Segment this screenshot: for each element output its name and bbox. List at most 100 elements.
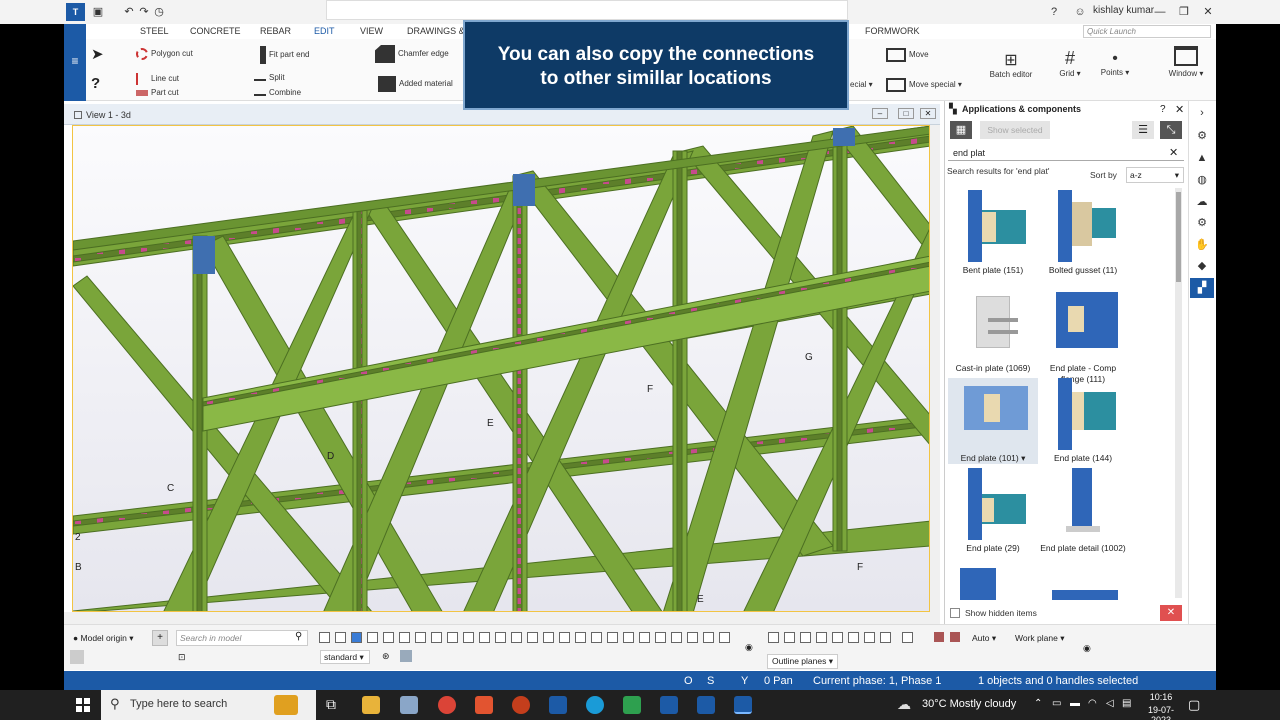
component-tile[interactable]: Cast-in plate (1069) bbox=[948, 288, 1038, 374]
tekla-icon[interactable] bbox=[697, 696, 715, 714]
cube-icon[interactable]: ◆ bbox=[1195, 259, 1209, 273]
combine-button[interactable]: Combine bbox=[254, 88, 301, 97]
select-switch-icon[interactable] bbox=[655, 632, 666, 643]
select-switch-icon[interactable] bbox=[687, 632, 698, 643]
windows-start-icon[interactable] bbox=[76, 698, 90, 712]
model-view-3d[interactable]: C D E F G F E 2 B bbox=[72, 125, 930, 612]
select-switch-icon[interactable] bbox=[639, 632, 650, 643]
app-icon[interactable] bbox=[475, 696, 493, 714]
weather-text[interactable]: 30°C Mostly cloudy bbox=[922, 698, 1016, 710]
show-hidden-checkbox[interactable] bbox=[950, 608, 960, 618]
points-button[interactable]: • Points ▾ bbox=[1098, 50, 1132, 77]
status-ortho[interactable]: O bbox=[684, 675, 693, 687]
task-view-icon[interactable]: ⧉ bbox=[326, 696, 344, 714]
undo-icon[interactable]: ↶ bbox=[121, 4, 137, 20]
tab-steel[interactable]: STEEL bbox=[140, 24, 169, 39]
select-switch-icon[interactable] bbox=[703, 632, 714, 643]
cloud-icon[interactable]: ☁ bbox=[1195, 195, 1209, 209]
split-button[interactable]: Split bbox=[254, 73, 285, 82]
ribbon-menu-strip[interactable]: ≡ bbox=[64, 24, 86, 101]
tekla-icon[interactable] bbox=[549, 696, 567, 714]
select-switch-icon[interactable] bbox=[591, 632, 602, 643]
camtasia-icon[interactable] bbox=[623, 696, 641, 714]
view-close-icon[interactable]: ✕ bbox=[920, 108, 936, 119]
component-tile[interactable]: End plate - Comp flange (111) bbox=[1038, 288, 1128, 385]
quick-launch-input[interactable]: Quick Launch bbox=[1083, 25, 1211, 38]
app-icon[interactable] bbox=[400, 696, 418, 714]
select-switch-icon[interactable] bbox=[479, 632, 490, 643]
select-switch-icon[interactable] bbox=[719, 632, 730, 643]
panel-pin-icon[interactable]: ▚ bbox=[949, 104, 957, 115]
query-icon[interactable]: ? bbox=[91, 75, 100, 92]
view-maximize-icon[interactable]: □ bbox=[898, 108, 914, 119]
tile-dropdown-icon[interactable]: ▾ bbox=[1021, 453, 1025, 463]
select-switch-icon[interactable] bbox=[575, 632, 586, 643]
sort-select[interactable]: a-z ▾ bbox=[1126, 167, 1184, 183]
fit-part-end-button[interactable]: Fit part end bbox=[260, 46, 309, 64]
move-button[interactable]: Move bbox=[886, 48, 929, 62]
wifi-icon[interactable]: ◠ bbox=[1088, 698, 1097, 709]
network-icon[interactable]: ▭ bbox=[1052, 698, 1061, 709]
panel-help-icon[interactable]: ? bbox=[1160, 104, 1166, 115]
select-switch-icon[interactable] bbox=[335, 632, 346, 643]
status-snap[interactable]: S bbox=[707, 675, 714, 687]
panel-scrollbar-thumb[interactable] bbox=[1176, 192, 1181, 282]
snap-switch-icon[interactable] bbox=[848, 632, 859, 643]
select-switch-icon[interactable] bbox=[527, 632, 538, 643]
tekla-icon[interactable] bbox=[660, 696, 678, 714]
tekla-icon-active[interactable] bbox=[734, 696, 752, 714]
edge-icon[interactable] bbox=[586, 696, 604, 714]
select-switch-icon[interactable] bbox=[383, 632, 394, 643]
user-name[interactable]: kishlay kumar bbox=[1093, 5, 1154, 16]
polygon-cut-button[interactable]: Polygon cut bbox=[136, 48, 193, 60]
auto-select[interactable]: Auto ▾ bbox=[972, 633, 996, 644]
grid-button[interactable]: # Grid ▾ bbox=[1054, 48, 1086, 78]
added-material-button[interactable]: Added material bbox=[378, 76, 453, 92]
select-switch-icon[interactable] bbox=[543, 632, 554, 643]
clear-search-icon[interactable]: ✕ bbox=[1169, 146, 1178, 159]
snap-switch-icon[interactable] bbox=[784, 632, 795, 643]
work-plane-select[interactable]: Work plane ▾ bbox=[1015, 633, 1064, 644]
select-switch-icon[interactable] bbox=[623, 632, 634, 643]
snap-switch-icon[interactable] bbox=[800, 632, 811, 643]
user-avatar-icon[interactable]: ☺ bbox=[1072, 4, 1088, 20]
battery-icon[interactable]: ▬ bbox=[1070, 698, 1080, 709]
select-arrow-icon[interactable]: ➤ bbox=[91, 45, 104, 63]
volume-icon[interactable]: ◁ bbox=[1106, 698, 1114, 709]
close-icon[interactable]: ✕ bbox=[1200, 4, 1216, 20]
window-button[interactable]: Window ▾ bbox=[1166, 46, 1206, 78]
snap-icon[interactable] bbox=[400, 650, 412, 662]
chamfer-edge-button[interactable]: Chamfer edge bbox=[375, 45, 449, 63]
remove-icon[interactable]: ✕ bbox=[1160, 605, 1182, 621]
menu-icon[interactable]: ≡ bbox=[64, 54, 86, 68]
chrome-icon[interactable] bbox=[438, 696, 456, 714]
file-explorer-icon[interactable] bbox=[362, 696, 380, 714]
select-switch-icon[interactable] bbox=[415, 632, 426, 643]
eye-icon[interactable]: ◉ bbox=[1083, 643, 1091, 654]
select-switch-icon[interactable] bbox=[463, 632, 474, 643]
snap-switch-icon[interactable] bbox=[864, 632, 875, 643]
filter-icon[interactable]: ⊛ bbox=[382, 651, 390, 662]
list-menu-icon[interactable]: ☰ bbox=[1132, 121, 1154, 139]
select-switch-icon[interactable] bbox=[495, 632, 506, 643]
select-switch-icon[interactable] bbox=[399, 632, 410, 643]
select-switch-icon[interactable] bbox=[511, 632, 522, 643]
select-switch-icon[interactable] bbox=[351, 632, 362, 643]
search-in-model-input[interactable]: Search in model bbox=[176, 630, 308, 646]
outline-planes-select[interactable]: Outline planes ▾ bbox=[767, 654, 838, 669]
restore-icon[interactable]: ❐ bbox=[1176, 4, 1192, 20]
model-origin-select[interactable]: ● Model origin ▾ bbox=[73, 633, 133, 644]
snap-switch-icon[interactable] bbox=[768, 632, 779, 643]
snap-switch-icon[interactable] bbox=[816, 632, 827, 643]
copy-special-button[interactable]: ecial ▾ bbox=[850, 80, 873, 89]
search-icon[interactable]: ⚲ bbox=[295, 631, 302, 642]
truss-model-drawing[interactable] bbox=[73, 126, 930, 612]
clock-date[interactable]: 19-07-2023 bbox=[1138, 705, 1184, 720]
hat-icon[interactable]: ▲ bbox=[1195, 151, 1209, 165]
notification-icon[interactable]: ▢ bbox=[1188, 697, 1200, 713]
component-tile[interactable]: Bolted gusset (11) bbox=[1038, 190, 1128, 276]
tab-drawings[interactable]: DRAWINGS & bbox=[407, 24, 465, 39]
line-cut-button[interactable]: Line cut bbox=[136, 73, 179, 85]
snap-override-icon[interactable] bbox=[950, 632, 960, 642]
globe-icon[interactable]: ◍ bbox=[1195, 173, 1209, 187]
